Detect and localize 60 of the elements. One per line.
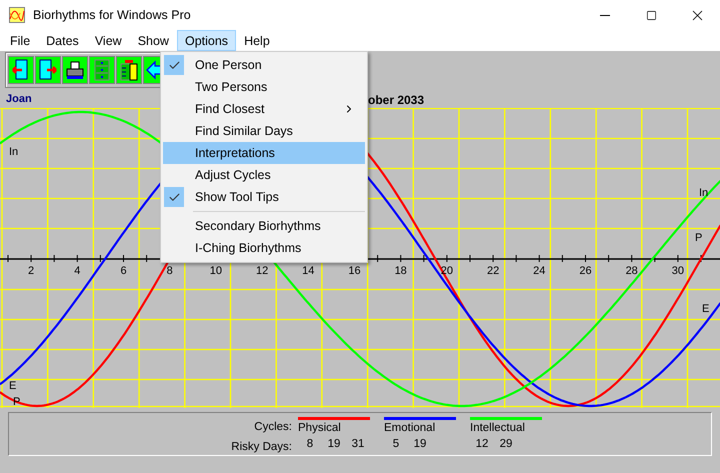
app-icon [9, 7, 25, 23]
curve-label: In [9, 146, 18, 158]
curve-label: E [9, 380, 16, 392]
menu-item[interactable]: View [86, 30, 130, 51]
risky-day: 5 [384, 437, 408, 451]
risky-day: 31 [346, 437, 370, 451]
curve-label: E [702, 303, 710, 315]
maximize-icon [646, 10, 656, 20]
cycle-name: Emotional [384, 421, 436, 435]
menu-option[interactable]: Find Closest [163, 98, 365, 120]
day-label: 12 [256, 265, 268, 277]
person-name: Joan [6, 93, 32, 105]
menu-item[interactable]: Options [176, 30, 236, 51]
risky-day: 19 [322, 437, 346, 451]
day-label: 14 [302, 265, 314, 277]
curve-label: P [695, 232, 702, 244]
window-title: Biorhythms for Windows Pro [33, 8, 192, 22]
menu-item[interactable]: Help [236, 30, 278, 51]
toolbar-button[interactable] [116, 56, 142, 84]
risky-day: 8 [298, 437, 322, 451]
menu-option[interactable]: I-Ching Biorhythms [163, 237, 365, 259]
cycles-label: Cycles: [254, 420, 292, 434]
menu-option[interactable]: Interpretations [163, 142, 365, 164]
menu-item[interactable]: Show [130, 30, 177, 51]
menu-item[interactable]: Dates [38, 30, 87, 51]
day-label: 6 [120, 265, 127, 277]
menu-option[interactable]: Adjust Cycles [163, 164, 365, 186]
list-card-icon [119, 59, 139, 81]
day-label: 18 [394, 265, 407, 277]
printer-icon [65, 59, 85, 81]
cabinet-icon [92, 59, 112, 81]
day-label: 16 [348, 265, 361, 277]
toolbar-button[interactable] [62, 56, 88, 84]
day-label: 8 [166, 265, 173, 277]
day-label: 22 [486, 265, 500, 277]
risky-day: 12 [470, 437, 494, 451]
cycle-name: Intellectual [470, 421, 526, 435]
menu-item[interactable]: File [2, 30, 38, 51]
door-right-arrow-icon [38, 59, 58, 81]
menu-option[interactable]: Show Tool Tips [163, 186, 365, 208]
toolbar-button[interactable] [35, 56, 61, 84]
chart-title: ober 2033 [368, 93, 424, 107]
cycle-name: Physical [298, 421, 342, 435]
risky-days-label: Risky Days: [231, 440, 292, 454]
menu-option[interactable]: One Person [163, 54, 365, 76]
day-label: 26 [579, 265, 592, 277]
day-label: 28 [626, 265, 638, 277]
risky-day: 19 [408, 437, 432, 451]
day-label: 4 [74, 265, 80, 277]
menu-option[interactable]: Two Persons [163, 76, 365, 98]
day-label: 30 [672, 265, 684, 277]
day-label: 10 [210, 265, 222, 277]
minimize-icon [600, 14, 610, 16]
curve-label: In [699, 187, 708, 199]
toolbar-button[interactable] [8, 56, 34, 84]
day-label: 24 [533, 265, 546, 277]
risky-day: 29 [494, 437, 518, 451]
menu-option[interactable]: Find Similar Days [163, 120, 365, 142]
menu-option[interactable]: Secondary Biorhythms [163, 215, 365, 237]
day-label: 2 [28, 265, 34, 277]
